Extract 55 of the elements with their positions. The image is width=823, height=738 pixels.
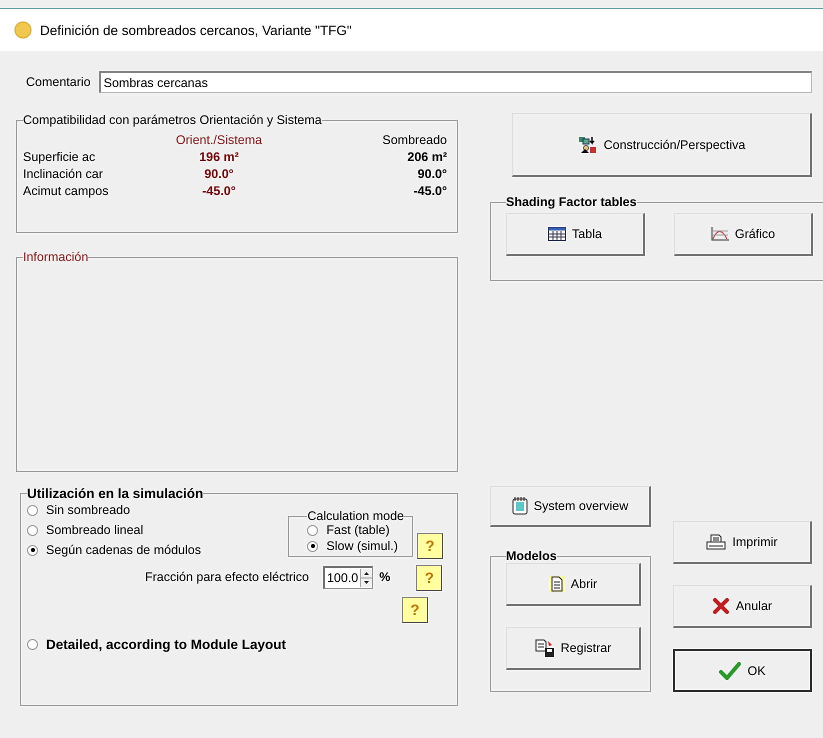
construction-button[interactable]: Construcción/Perspectiva xyxy=(512,113,812,177)
notebook-icon xyxy=(512,497,528,515)
radio-button[interactable] xyxy=(27,639,38,650)
group-title: Compatibilidad con parámetros Orientación y Sistema xyxy=(23,113,322,127)
radio-button[interactable] xyxy=(307,524,318,536)
table-cell-text: 206 m² xyxy=(406,150,447,164)
radio-button[interactable] xyxy=(27,504,38,516)
radio-label: Fast (table) xyxy=(326,523,390,537)
group-title: Utilización en la simulación xyxy=(27,486,204,501)
column-header: Orient./Sistema xyxy=(174,133,264,147)
window-title: Definición de sombreados cercanos, Variante "TFG" xyxy=(40,22,352,38)
spin-field[interactable]: 100.0 xyxy=(322,566,374,588)
save-document-icon xyxy=(534,639,555,657)
radio-label: Sin sombreado xyxy=(46,503,130,517)
radio-label: Slow (simul.) xyxy=(326,539,398,553)
ok-button[interactable]: OK xyxy=(673,649,812,692)
print-button[interactable]: Imprimir xyxy=(673,521,812,564)
graph-icon xyxy=(710,227,729,241)
row-label: Superficie ac xyxy=(23,150,96,164)
table-cell-text: 90.0° xyxy=(203,167,235,181)
comment-field[interactable]: Sombras cercanas xyxy=(98,71,812,93)
radio-label: Detailed, according to Module Layout xyxy=(46,637,286,652)
blocks-icon xyxy=(578,136,598,154)
group-title: Información xyxy=(23,250,88,264)
open-button[interactable]: Abrir xyxy=(506,563,641,606)
table-button[interactable]: Tabla xyxy=(506,213,645,256)
save-button[interactable]: Registrar xyxy=(506,627,641,670)
graph-button[interactable]: Gráfico xyxy=(674,213,813,256)
printer-icon xyxy=(706,534,726,550)
spin-arrows-icon[interactable] xyxy=(360,568,372,586)
group-title: Shading Factor tables xyxy=(506,195,637,209)
table-cell-text: -45.0° xyxy=(412,184,447,198)
cross-icon xyxy=(712,597,730,615)
table-cell-text: 196 m² xyxy=(198,150,240,164)
group-title: Modelos xyxy=(506,549,557,563)
row-label: Inclinación car xyxy=(23,167,104,181)
column-header: Sombreado xyxy=(381,133,447,147)
comment-label: Comentario xyxy=(26,75,91,89)
radio-button[interactable] xyxy=(307,540,318,552)
radio-label: Sombreado lineal xyxy=(46,523,144,537)
checkmark-icon xyxy=(719,662,742,680)
unit-label: % xyxy=(379,570,390,584)
group-title: Calculation mode xyxy=(307,509,404,523)
sun-icon xyxy=(14,21,32,39)
table-cell-text: 90.0° xyxy=(416,167,447,181)
row-label: Acimut campos xyxy=(23,184,110,198)
radio-button[interactable] xyxy=(27,544,38,556)
table-icon xyxy=(548,227,566,241)
document-icon xyxy=(548,576,565,592)
fraction-label: Fracción para efecto eléctrico xyxy=(145,570,309,584)
table-cell-text: -45.0° xyxy=(201,184,237,198)
cancel-button[interactable]: Anular xyxy=(673,585,812,628)
system-overview-button[interactable]: System overview xyxy=(490,486,651,527)
radio-label: Según cadenas de módulos xyxy=(46,543,201,557)
radio-button[interactable] xyxy=(27,524,38,536)
